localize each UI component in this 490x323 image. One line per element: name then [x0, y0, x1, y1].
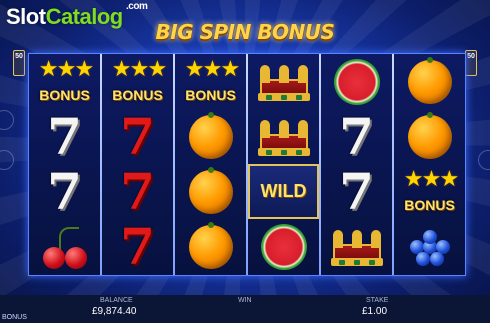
bonus-label: BONUS	[185, 87, 236, 103]
reel-cell: ★ ★ ★ BONUS	[29, 54, 100, 109]
cherries-symbol	[39, 225, 91, 269]
site-logo: SlotCatalog .com	[6, 1, 148, 30]
reel-cell	[248, 54, 319, 109]
reel-cell: 7	[29, 109, 100, 164]
reel-cell: 7	[321, 109, 392, 164]
game-title: BIG SPIN BONUS	[155, 20, 335, 44]
paylines-badge-right: 50	[465, 50, 477, 76]
reel-cell	[394, 109, 465, 164]
balance-label: BALANCE	[100, 297, 133, 304]
logo-suffix: .com	[126, 1, 148, 12]
reel-cell: ★ ★ ★ BONUS	[175, 54, 246, 109]
win-label: WIN	[238, 297, 252, 304]
reel-cell	[394, 54, 465, 109]
orange-symbol	[188, 221, 233, 269]
corner-bonus-label: BONUS	[2, 314, 27, 321]
bonus-symbol: ★ ★ ★ BONUS	[394, 164, 465, 219]
star-icon: ★ ★ ★	[403, 166, 459, 191]
wild-symbol: WILD	[260, 181, 307, 201]
seven-white-symbol: 7	[47, 161, 82, 221]
reel-cell: ★ ★ ★ BONUS	[102, 54, 173, 109]
reel-cell	[29, 219, 100, 274]
logo-text-right: Catalog	[45, 4, 124, 29]
orange-symbol	[407, 56, 452, 104]
reel-cell: 7	[321, 164, 392, 219]
seven-white-symbol: 7	[339, 106, 374, 166]
bonus-symbol: ★ ★ ★ BONUS	[29, 54, 100, 109]
reel-grid: ★ ★ ★ BONUS 7 7 ★ ★ ★ BONUS 7 7 7 ★ ★ ★ BONUS WILD 7…	[28, 53, 466, 276]
reel-1: ★ ★ ★ BONUS 7 7	[29, 54, 100, 275]
reel-cell: WILD	[248, 164, 319, 219]
reel-3: ★ ★ ★ BONUS	[175, 54, 246, 275]
orange-symbol	[188, 166, 233, 214]
logo-text-left: Slot	[6, 4, 46, 29]
watermelon-symbol	[260, 223, 307, 270]
bonus-symbol: ★ ★ ★ BONUS	[175, 54, 246, 109]
star-icon: ★ ★ ★	[111, 56, 167, 81]
star-icon: ★ ★ ★	[184, 56, 240, 81]
grapes-symbol	[406, 226, 454, 268]
bonus-symbol: ★ ★ ★ BONUS	[102, 54, 173, 109]
stake-value: £1.00	[362, 306, 388, 317]
seven-white-symbol: 7	[47, 106, 82, 166]
crown-symbol	[329, 226, 385, 268]
star-icon: ★ ★ ★	[38, 56, 94, 81]
bonus-label: BONUS	[39, 87, 90, 103]
reel-cell	[248, 109, 319, 164]
seven-red-symbol: 7	[120, 216, 155, 276]
balance-value: £9,874.40	[92, 306, 137, 317]
bonus-label: BONUS	[112, 87, 163, 103]
reel-cell: 7	[102, 164, 173, 219]
reel-cell	[321, 219, 392, 274]
reel-cell: 7	[102, 219, 173, 274]
reel-cell: ★ ★ ★ BONUS	[394, 164, 465, 219]
orange-symbol	[407, 111, 452, 159]
seven-white-symbol: 7	[339, 161, 374, 221]
reel-4: WILD	[248, 54, 319, 275]
crown-symbol	[256, 116, 312, 158]
watermelon-symbol	[333, 58, 380, 105]
orange-symbol	[188, 111, 233, 159]
seven-red-symbol: 7	[120, 161, 155, 221]
reel-cell	[175, 164, 246, 219]
reel-cell: 7	[102, 109, 173, 164]
reel-5: 77	[321, 54, 392, 275]
reel-cell	[394, 219, 465, 274]
reel-2: ★ ★ ★ BONUS 7 7 7	[102, 54, 173, 275]
paylines-badge-left: 50	[13, 50, 25, 76]
crown-symbol	[256, 61, 312, 103]
seven-red-symbol: 7	[120, 106, 155, 166]
reel-cell: 7	[29, 164, 100, 219]
stake-label: STAKE	[366, 297, 389, 304]
reel-6: ★ ★ ★ BONUS	[394, 54, 465, 275]
bonus-label: BONUS	[404, 197, 455, 213]
reel-cell	[175, 219, 246, 274]
reel-cell	[175, 109, 246, 164]
reel-cell	[321, 54, 392, 109]
reel-cell	[248, 219, 319, 274]
